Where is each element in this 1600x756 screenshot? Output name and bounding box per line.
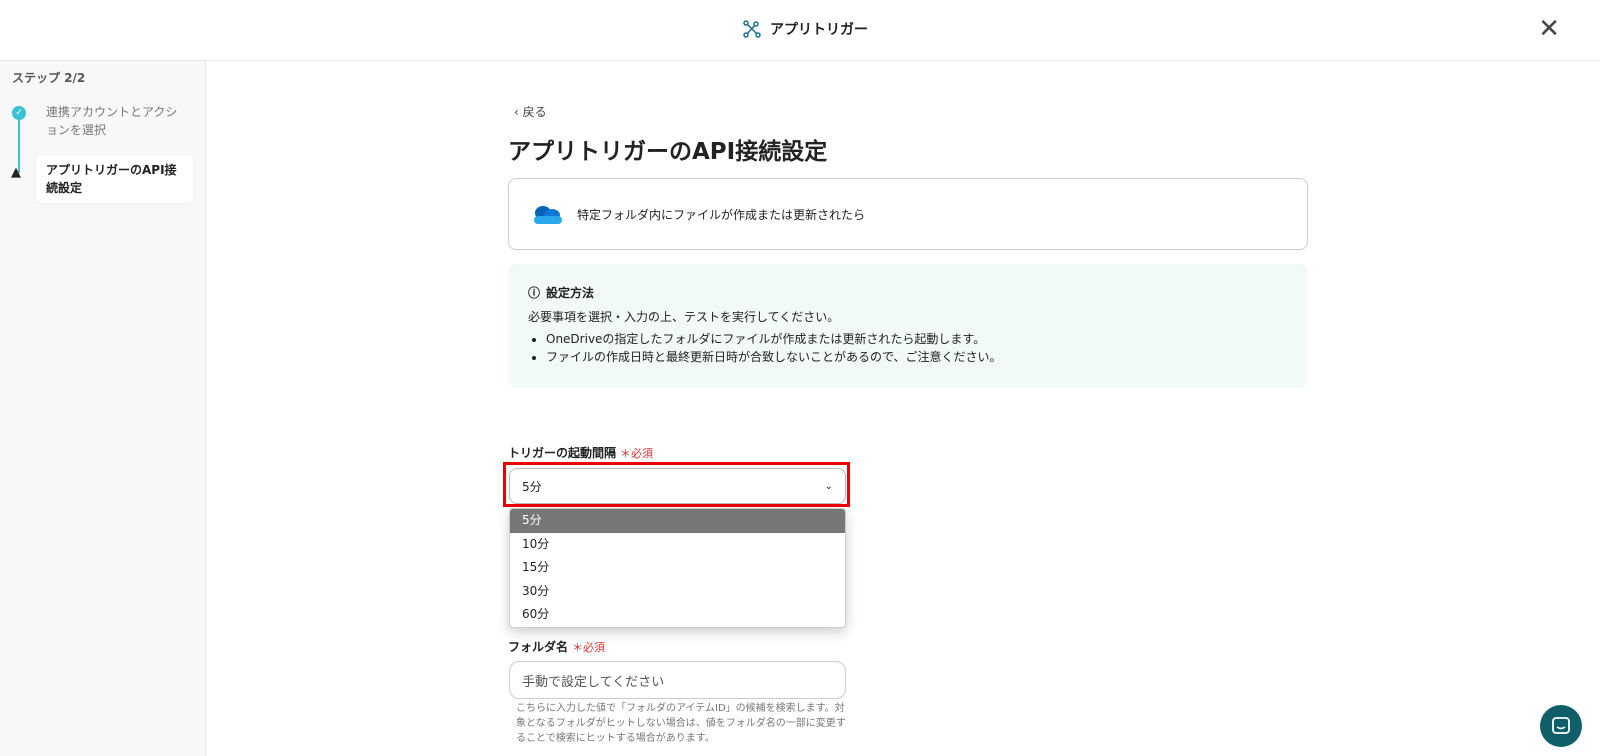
trigger-description: 特定フォルダ内にファイルが作成または更新されたら <box>577 207 866 222</box>
sidebar-step-1[interactable]: 連携アカウントとアクションを選択 <box>46 103 186 139</box>
sidebar-step-2[interactable]: アプリトリガーのAPI接続設定 <box>36 155 193 203</box>
interval-dropdown: 5分 10分 15分 30分 60分 <box>509 508 846 628</box>
interval-label-text: トリガーの起動間隔 <box>508 446 617 460</box>
trigger-card: 特定フォルダ内にファイルが作成または更新されたら <box>508 178 1308 250</box>
dropdown-option[interactable]: 30分 <box>510 580 845 604</box>
back-link[interactable]: ‹ 戻る <box>514 103 547 120</box>
page-title: アプリトリガーのAPI接続設定 <box>508 139 828 165</box>
dropdown-option[interactable]: 10分 <box>510 533 845 557</box>
chat-icon <box>1552 717 1570 734</box>
required-text: 必須 <box>583 641 606 654</box>
check-icon: ✓ <box>12 106 26 120</box>
close-icon[interactable]: ✕ <box>1538 16 1560 42</box>
header: アプリトリガー ✕ <box>0 0 1600 61</box>
info-icon: ⓘ <box>528 286 541 300</box>
step-connector <box>18 113 20 173</box>
sidebar: ステップ 2/2 ✓ 連携アカウントとアクションを選択 ▲ アプリトリガーのAP… <box>0 61 206 756</box>
folder-help-text: こちらに入力した値で「フォルダのアイテムID」の候補を検索します。対象となるフォ… <box>516 703 846 744</box>
brand: アプリトリガー <box>742 19 868 39</box>
info-bullet: ファイルの作成日時と最終更新日時が合致しないことがあるので、ご注意ください。 <box>546 348 1288 366</box>
folder-label-text: フォルダ名 <box>508 640 569 654</box>
info-heading: 設定方法 <box>546 286 595 300</box>
interval-value: 5分 <box>522 479 542 494</box>
required-badge: ＊必須 <box>572 641 606 654</box>
dropdown-option[interactable]: 60分 <box>510 603 845 627</box>
back-label: 戻る <box>522 105 547 119</box>
required-badge: ＊必須 <box>620 447 654 460</box>
required-text: 必須 <box>631 447 654 460</box>
header-title: アプリトリガー <box>770 22 868 38</box>
onedrive-icon <box>534 206 562 224</box>
chevron-left-icon: ‹ <box>514 105 523 119</box>
folder-label: フォルダ名 ＊必須 <box>508 638 605 655</box>
info-bullet: OneDriveの指定したフォルダにファイルが作成または更新されたら起動します。 <box>546 330 1288 348</box>
info-box: ⓘ 設定方法 必要事項を選択・入力の上、テストを実行してください。 OneDriv… <box>508 264 1308 388</box>
dropdown-option[interactable]: 5分 <box>510 509 845 533</box>
interval-select[interactable]: 5分 ⌄ <box>509 468 846 504</box>
step-count: ステップ 2/2 <box>12 71 86 85</box>
app-trigger-icon <box>743 20 761 38</box>
warning-icon: ▲ <box>11 165 21 180</box>
info-intro: 必要事項を選択・入力の上、テストを実行してください。 <box>528 310 840 324</box>
folder-name-input[interactable]: 手動で設定してください <box>509 661 846 699</box>
interval-label: トリガーの起動間隔 ＊必須 <box>508 444 653 461</box>
chat-button[interactable] <box>1540 705 1582 747</box>
chevron-down-icon: ⌄ <box>824 480 833 492</box>
dropdown-option[interactable]: 15分 <box>510 556 845 580</box>
